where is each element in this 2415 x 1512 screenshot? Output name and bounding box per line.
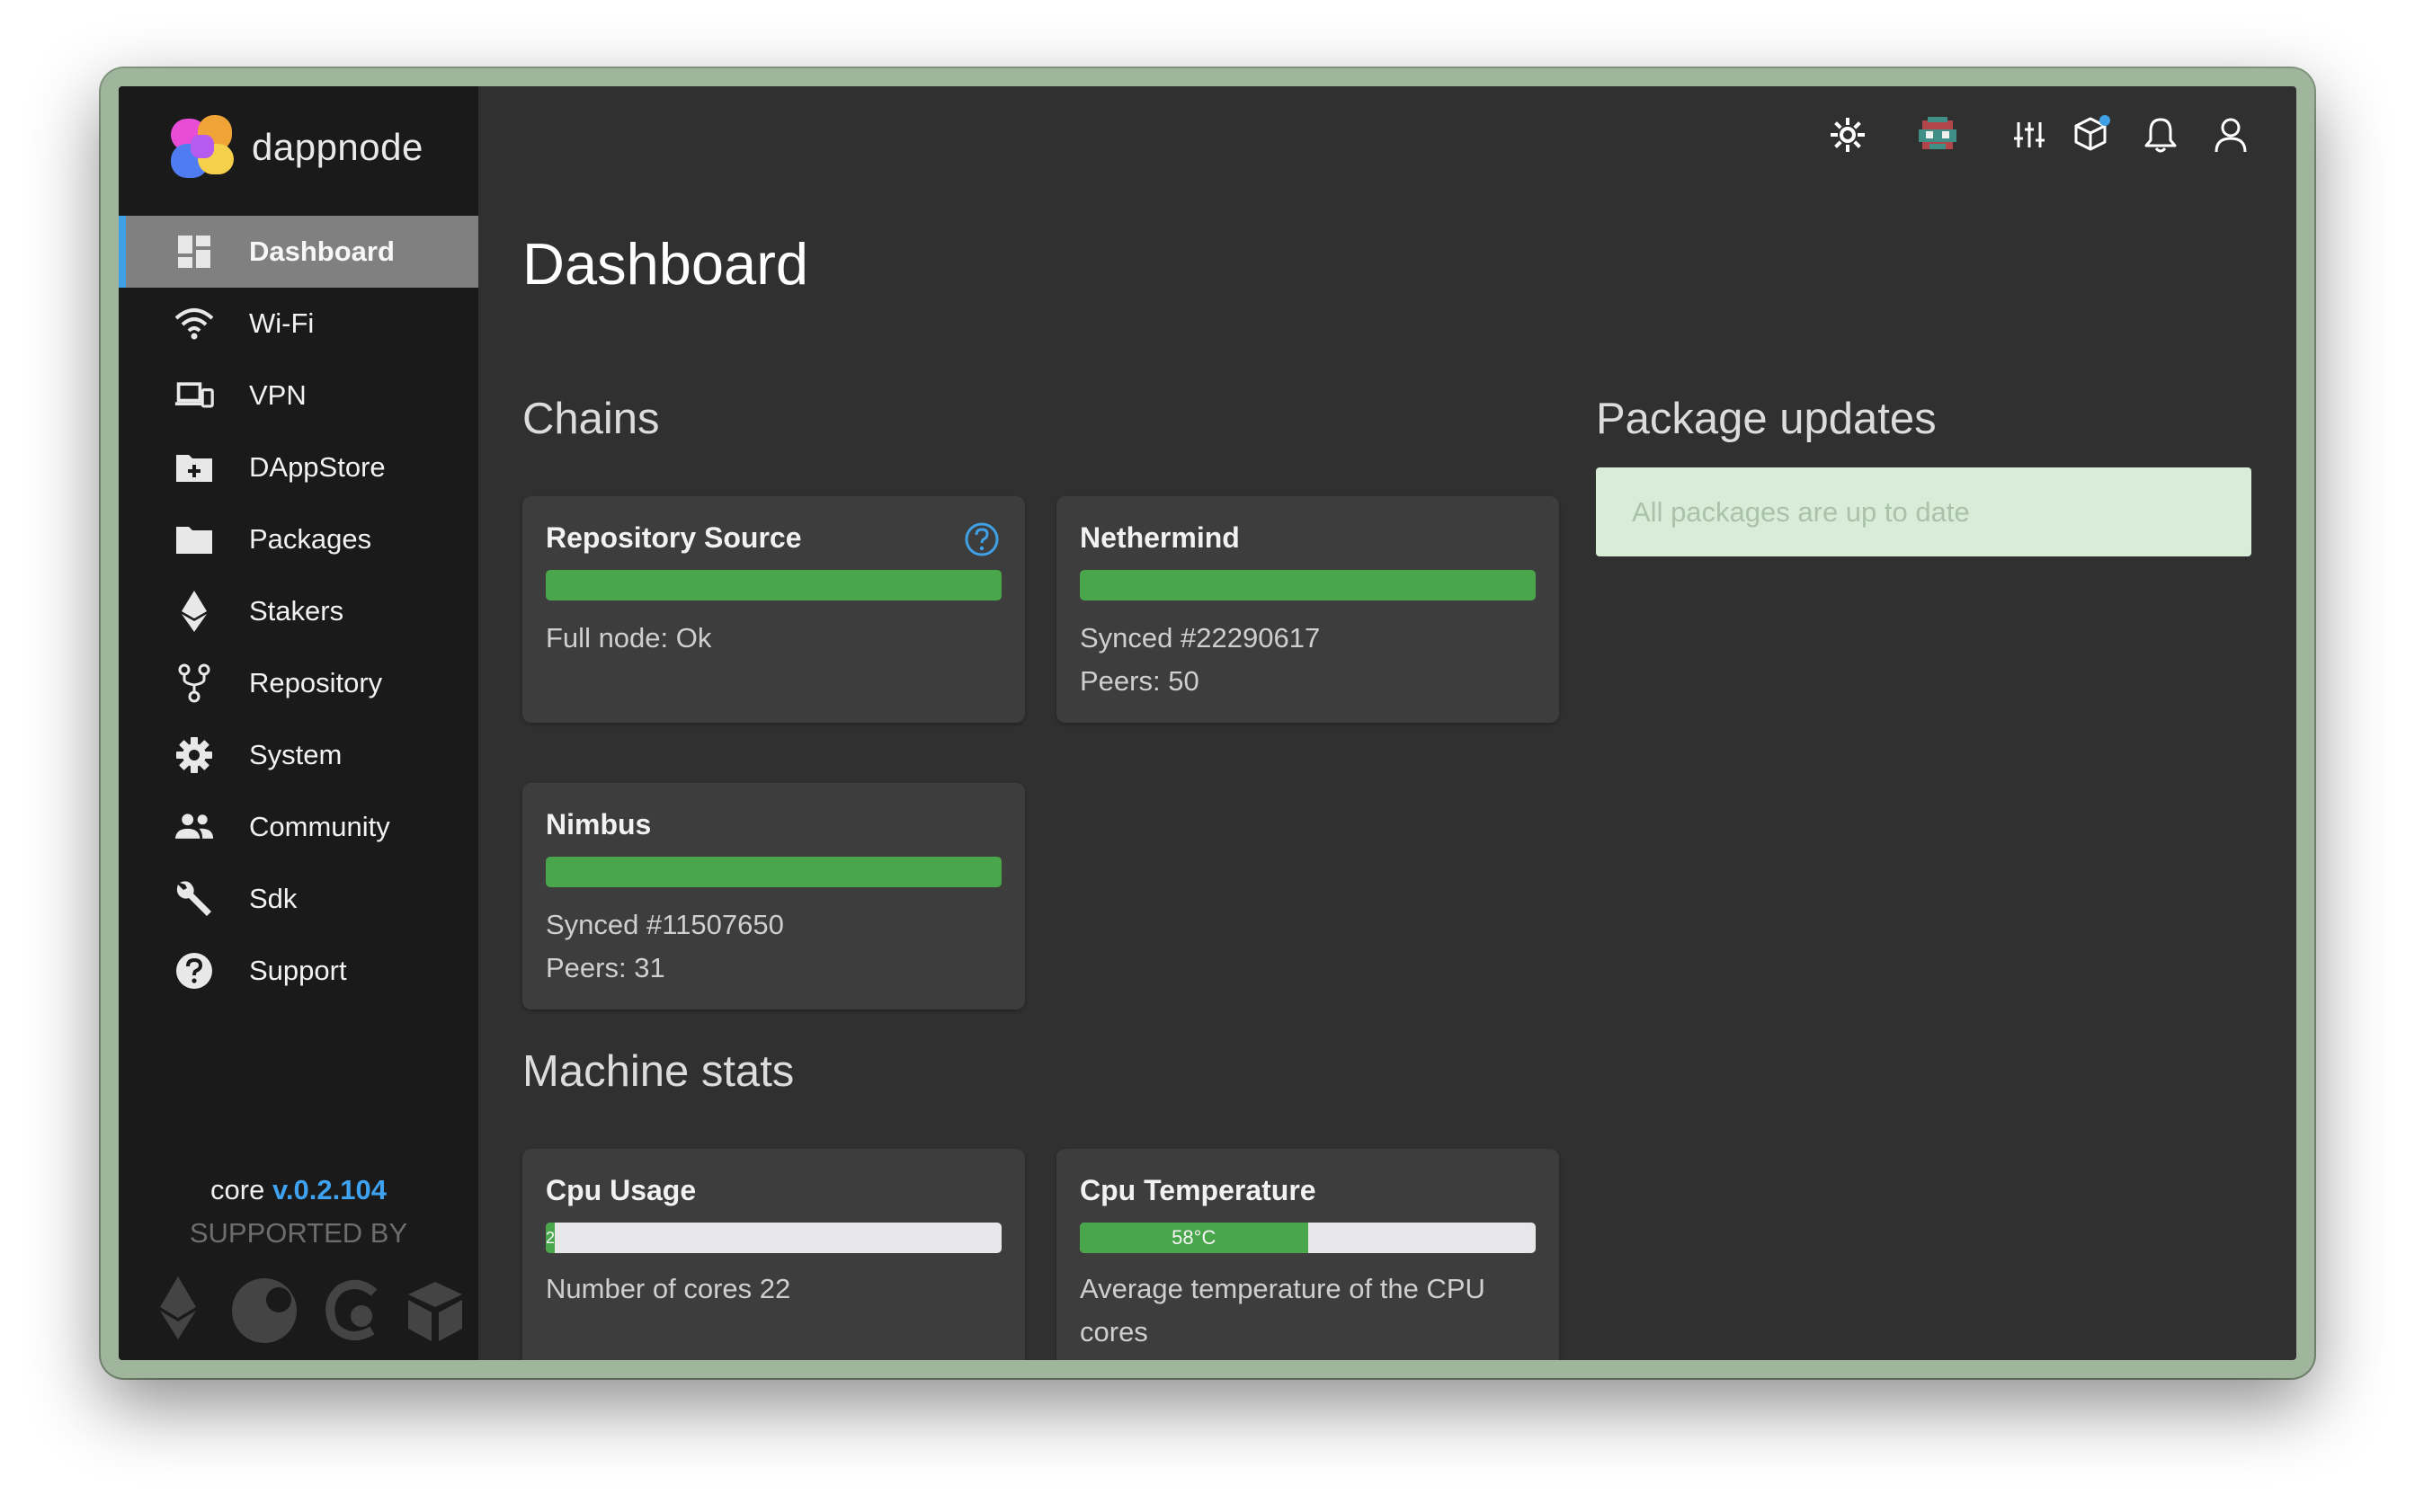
card-status-line: Synced #22290617 [1080, 622, 1321, 654]
chain-card-nethermind: Nethermind Synced #22290617 Peers: 50 [1056, 496, 1559, 723]
card-title: Repository Source [546, 521, 802, 554]
sync-progress-bar [1080, 570, 1536, 600]
sidebar-item-label: Wi-Fi [249, 307, 315, 339]
sidebar-item-packages[interactable]: Packages [119, 503, 478, 575]
bell-icon[interactable] [2139, 113, 2182, 156]
core-label: core [210, 1174, 265, 1205]
folder-plus-icon [174, 448, 214, 487]
devices-icon [174, 376, 214, 415]
sidebar-item-support[interactable]: Support [119, 935, 478, 1007]
package-updates-alert: All packages are up to date [1596, 467, 2251, 556]
dappnode-logo-icon [171, 115, 236, 180]
sidebar-item-label: System [249, 739, 343, 770]
sidebar-item-label: Packages [249, 523, 372, 555]
cpu-temperature-desc: Average temperature of the CPU [1080, 1273, 1485, 1304]
sponsor-icon-4 [408, 1282, 462, 1341]
card-peers-line: Peers: 50 [1080, 665, 1199, 697]
sidebar-item-label: DAppStore [249, 451, 386, 483]
core-version-link[interactable]: v.0.2.104 [272, 1174, 387, 1205]
package-updates-title: Package updates [1596, 395, 1937, 443]
notification-dot-icon [2099, 115, 2110, 126]
page-title: Dashboard [522, 231, 808, 297]
machine-stats-title: Machine stats [522, 1047, 795, 1096]
sidebar-item-label: Repository [249, 667, 383, 698]
brand-name: dappnode [252, 126, 423, 168]
sidebar-item-system[interactable]: System [119, 719, 478, 791]
sliders-icon[interactable] [2008, 113, 2051, 156]
package-updates-message: All packages are up to date [1632, 496, 1970, 528]
card-title: Cpu Usage [546, 1174, 697, 1206]
app-window: dappnode Dashboard Wi-Fi VPN DAppStore P… [101, 68, 2314, 1378]
gear-icon [174, 735, 214, 775]
sidebar-item-dashboard[interactable]: Dashboard [119, 216, 478, 288]
sidebar-item-dappstore[interactable]: DAppStore [119, 431, 478, 503]
ethereum-foundation-icon [160, 1276, 196, 1339]
sidebar-item-label: VPN [249, 379, 307, 411]
card-status-line: Full node: Ok [546, 622, 712, 654]
people-icon [174, 807, 214, 847]
sidebar-item-label: Dashboard [249, 236, 395, 267]
sidebar-item-label: Support [249, 955, 347, 986]
sponsor-logos [146, 1273, 469, 1345]
core-version: core v.0.2.104 [119, 1174, 478, 1206]
brand-logo[interactable]: dappnode [171, 113, 423, 182]
cpu-temperature-value: 58°C [1172, 1226, 1216, 1249]
wrench-icon [174, 879, 214, 919]
card-title: Cpu Temperature [1080, 1174, 1316, 1206]
sidebar-item-repository[interactable]: Repository [119, 647, 478, 719]
sidebar-item-vpn[interactable]: VPN [119, 360, 478, 431]
chains-title: Chains [522, 395, 660, 443]
stat-card-cpu-usage: Cpu Usage 2 Number of cores 22 [522, 1149, 1025, 1360]
stat-card-cpu-temperature: Cpu Temperature 58°C Average temperature… [1056, 1149, 1559, 1360]
sync-progress-bar [546, 857, 1002, 887]
sync-progress-bar [546, 570, 1002, 600]
sidebar-item-community[interactable]: Community [119, 791, 478, 863]
sidebar: dappnode Dashboard Wi-Fi VPN DAppStore P… [119, 86, 478, 1360]
help-circle-icon[interactable] [964, 521, 1000, 557]
cpu-cores-line: Number of cores 22 [546, 1273, 791, 1304]
sidebar-item-label: Stakers [249, 595, 344, 627]
app-screen: dappnode Dashboard Wi-Fi VPN DAppStore P… [119, 86, 2296, 1360]
wifi-icon [174, 304, 214, 343]
dashboard-icon [174, 232, 214, 271]
fork-icon [174, 663, 214, 703]
sidebar-item-label: Community [249, 811, 390, 842]
avatar-icon[interactable] [1912, 113, 1963, 156]
cpu-usage-value: 2 [546, 1228, 556, 1247]
card-title: Nimbus [546, 808, 652, 840]
card-status-line: Synced #11507650 [546, 909, 784, 940]
user-icon[interactable] [2209, 113, 2252, 156]
theme-toggle-icon[interactable] [1826, 113, 1869, 156]
cpu-temperature-bar: 58°C [1080, 1223, 1536, 1253]
package-icon[interactable] [2071, 113, 2114, 156]
sidebar-item-stakers[interactable]: Stakers [119, 575, 478, 647]
sponsor-icon-3 [325, 1279, 378, 1340]
sidebar-nav: Dashboard Wi-Fi VPN DAppStore Packages S… [119, 216, 478, 1007]
sidebar-item-wifi[interactable]: Wi-Fi [119, 288, 478, 360]
help-circle-icon [174, 951, 214, 991]
folder-icon [174, 520, 214, 559]
sidebar-item-label: Sdk [249, 883, 298, 914]
sidebar-item-sdk[interactable]: Sdk [119, 863, 478, 935]
sponsor-icon-2 [232, 1278, 297, 1343]
ethereum-icon [174, 591, 214, 632]
supported-by-label: SUPPORTED BY [189, 1217, 408, 1249]
chain-card-nimbus: Nimbus Synced #11507650 Peers: 31 [522, 783, 1025, 1009]
cpu-temperature-desc-2: cores [1080, 1316, 1148, 1347]
cpu-usage-bar: 2 [546, 1223, 1002, 1253]
card-peers-line: Peers: 31 [546, 952, 665, 983]
chain-card-repository-source: Repository Source Full node: Ok [522, 496, 1025, 723]
card-title: Nethermind [1080, 521, 1240, 554]
